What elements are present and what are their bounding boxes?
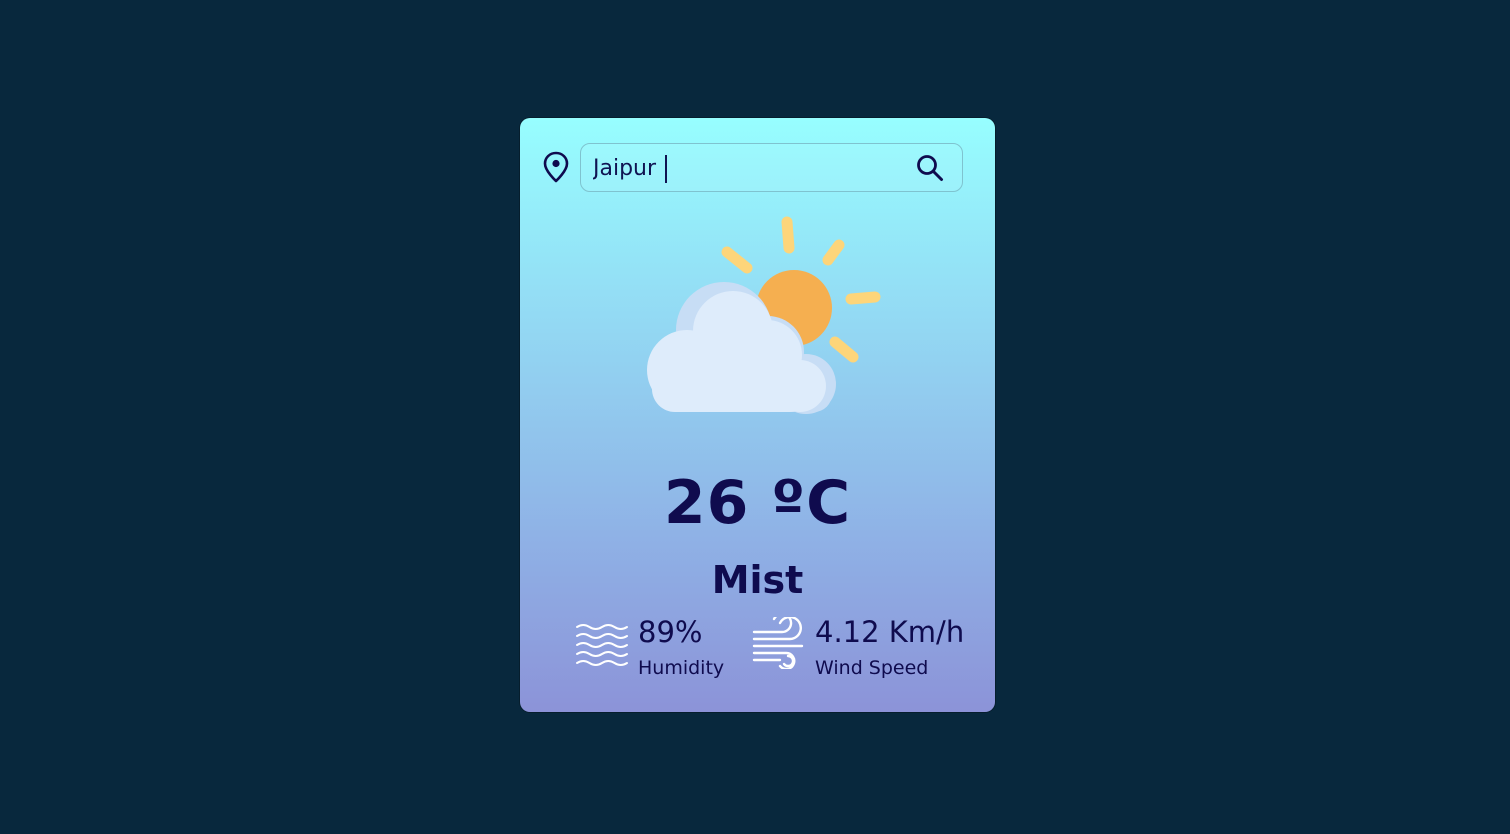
wind-stat: 4.12 Km/h Wind Speed (752, 615, 972, 685)
humidity-label: Humidity (638, 657, 725, 679)
wind-speed-label: Wind Speed (815, 657, 929, 679)
location-pin-icon (543, 151, 569, 183)
search-box (580, 143, 963, 192)
city-search-input[interactable] (593, 152, 893, 184)
search-icon[interactable] (915, 153, 945, 183)
humidity-stat: 89% Humidity (575, 615, 745, 685)
humidity-waves-icon (576, 624, 628, 666)
weather-card: 26 ºC Mist 89% Humidity 4.12 (520, 118, 995, 712)
wind-icon (752, 617, 804, 669)
partly-cloudy-icon (647, 216, 881, 414)
humidity-value: 89% (638, 615, 703, 649)
weather-condition: Mist (711, 558, 804, 602)
wind-speed-value: 4.12 Km/h (815, 615, 965, 649)
text-cursor (665, 155, 667, 183)
temperature-value: 26 ºC (663, 468, 852, 538)
